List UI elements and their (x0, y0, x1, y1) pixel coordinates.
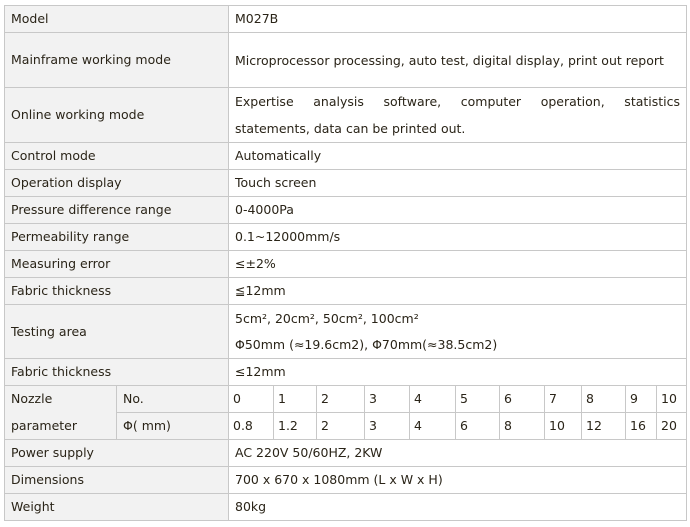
nozzle-number: 7 (544, 385, 582, 413)
table-row-thickness1: Fabric thickness ≦12mm (4, 277, 688, 305)
spec-value: Expertise analysis software, computer op… (227, 87, 688, 143)
nozzle-diameter: 2 (316, 412, 365, 440)
spec-value: 700 x 670 x 1080mm (L x W x H) (227, 466, 688, 494)
spec-label: Operation display (4, 169, 229, 197)
nozzle-diameter: 0.8 (228, 412, 274, 440)
nozzle-diameter: 1.2 (273, 412, 317, 440)
spec-value: 0-4000Pa (227, 196, 688, 224)
spec-label: Weight (4, 493, 229, 521)
nozzle-row-number: Nozzle No. 0 1 2 3 4 5 6 7 8 9 10 (4, 385, 688, 413)
spec-value: M027B (227, 5, 688, 33)
table-row-permeability: Permeability range 0.1~12000mm/s (4, 223, 688, 251)
nozzle-diameter: 12 (581, 412, 626, 440)
spec-table: Model M027B Mainframe working mode Micropro… (4, 5, 688, 521)
nozzle-diameter: 4 (409, 412, 456, 440)
spec-value: Microprocessor processing, auto test, di… (227, 32, 688, 88)
spec-value: ≤±2% (227, 250, 688, 278)
nozzle-number: 0 (228, 385, 274, 413)
spec-value: Automatically (227, 142, 688, 170)
spec-value: ≦12mm (227, 277, 688, 305)
spec-label: Power supply (4, 439, 229, 467)
spec-label: Fabric thickness (4, 358, 229, 386)
table-row-weight: Weight 80kg (4, 493, 688, 521)
nozzle-row-diameter: parameter Φ( mm) 0.8 1.2 2 3 4 6 8 10 12 16 20 (4, 412, 688, 440)
spec-label: Dimensions (4, 466, 229, 494)
spec-label: Permeability range (4, 223, 229, 251)
nozzle-number: 6 (499, 385, 545, 413)
nozzle-dia-label: Φ( mm) (116, 412, 229, 440)
spec-label: Model (4, 5, 229, 33)
nozzle-number: 5 (455, 385, 500, 413)
spec-value: Touch screen (227, 169, 688, 197)
table-row-thickness2: Fabric thickness ≤12mm (4, 358, 688, 386)
nozzle-number: 2 (316, 385, 365, 413)
table-row-pressure: Pressure difference range 0-4000Pa (4, 196, 688, 224)
spec-value: 5cm², 20cm², 50cm², 100cm² Φ50mm (≈19.6cm… (227, 304, 688, 359)
nozzle-diameter: 20 (655, 412, 688, 440)
spec-label: Testing area (4, 304, 229, 359)
nozzle-number: 3 (364, 385, 410, 413)
spec-label: Fabric thickness (4, 277, 229, 305)
spec-value: 80kg (227, 493, 688, 521)
nozzle-diameter: 16 (625, 412, 657, 440)
nozzle-number: 8 (581, 385, 626, 413)
table-row-power: Power supply AC 220V 50/60HZ, 2KW (4, 439, 688, 467)
spec-label: Measuring error (4, 250, 229, 278)
spec-label: Mainframe working mode (4, 32, 229, 88)
area-line-2: Φ50mm (≈19.6cm2), Φ70mm(≈38.5cm2) (235, 336, 498, 352)
table-row-control: Control mode Automatically (4, 142, 688, 170)
nozzle-number: 4 (409, 385, 456, 413)
spec-value: AC 220V 50/60HZ, 2KW (227, 439, 688, 467)
table-row-area: Testing area 5cm², 20cm², 50cm², 100cm² Φ5… (4, 304, 688, 359)
nozzle-diameter: 10 (544, 412, 582, 440)
spec-label: Online working mode (4, 87, 229, 143)
spec-value: ≤12mm (227, 358, 688, 386)
area-line-1: 5cm², 20cm², 50cm², 100cm² (235, 310, 419, 326)
table-row-online: Online working mode Expertise analysis so… (4, 87, 688, 143)
nozzle-number: 1 (273, 385, 317, 413)
nozzle-label-2: parameter (4, 412, 117, 440)
nozzle-label-1: Nozzle (4, 385, 117, 413)
table-row-mainframe: Mainframe working mode Microprocessor pro… (4, 32, 688, 88)
spec-label: Pressure difference range (4, 196, 229, 224)
nozzle-number: 10 (655, 385, 688, 413)
nozzle-number: 9 (625, 385, 657, 413)
spec-value: 0.1~12000mm/s (227, 223, 688, 251)
nozzle-no-label: No. (116, 385, 229, 413)
nozzle-diameter: 3 (364, 412, 410, 440)
nozzle-diameter: 8 (499, 412, 545, 440)
table-row-error: Measuring error ≤±2% (4, 250, 688, 278)
spec-label: Control mode (4, 142, 229, 170)
table-row-display: Operation display Touch screen (4, 169, 688, 197)
table-row-model: Model M027B (4, 5, 688, 33)
nozzle-diameter: 6 (455, 412, 500, 440)
table-row-dimensions: Dimensions 700 x 670 x 1080mm (L x W x H) (4, 466, 688, 494)
